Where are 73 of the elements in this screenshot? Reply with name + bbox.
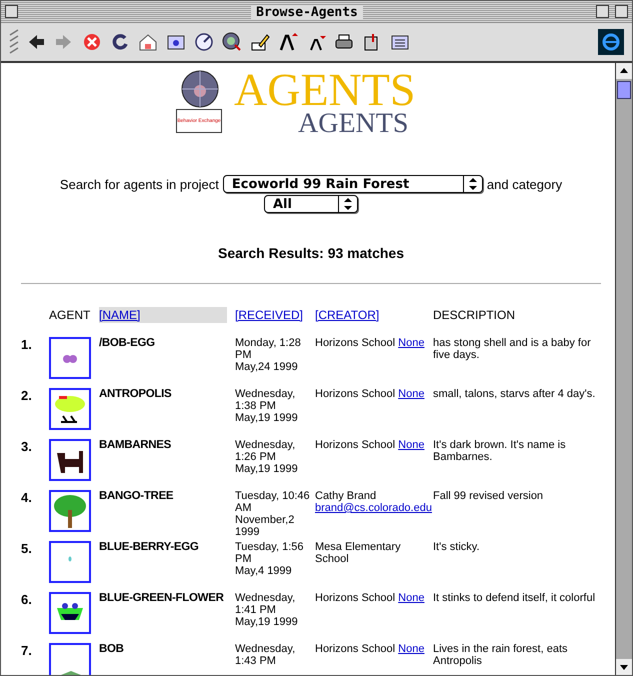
globe-icon xyxy=(180,69,220,109)
creator-name: Horizons School xyxy=(315,388,396,400)
scroll-down-icon[interactable] xyxy=(616,659,632,675)
collapse-box-icon[interactable] xyxy=(615,5,628,18)
agent-name: BOB xyxy=(99,643,124,655)
search-label: Search for agents in project xyxy=(60,176,219,192)
agent-name: BANGO-TREE xyxy=(99,490,174,502)
row-number: 6. xyxy=(21,592,33,609)
agent-description: Lives in the rain forest, eats Antropolis xyxy=(433,643,568,667)
scroll-thumb[interactable] xyxy=(617,81,631,99)
scroll-up-icon[interactable] xyxy=(616,63,632,79)
received-date: Wednesday, 1:41 PM May,19 1999 xyxy=(235,592,298,628)
creator-name: Horizons School xyxy=(315,643,396,655)
contact-link[interactable]: None xyxy=(398,337,424,349)
search-icon[interactable] xyxy=(221,31,243,53)
close-box-icon[interactable] xyxy=(5,5,18,18)
column-header: DESCRIPTION xyxy=(433,307,516,323)
sort-link[interactable]: [RECEIVED] xyxy=(235,307,315,323)
window-title: Browse-Agents xyxy=(251,4,363,20)
contact-link[interactable]: None xyxy=(398,388,424,400)
creator-name: Horizons School xyxy=(315,439,396,451)
received-date: Tuesday, 1:56 PM May,4 1999 xyxy=(235,541,304,577)
contact-link[interactable]: None xyxy=(398,643,424,655)
agent-description: small, talons, starvs after 4 day's. xyxy=(433,388,596,400)
creator-name: Mesa Elementary School xyxy=(315,541,401,565)
agent-description: has stong shell and is a baby for five days. xyxy=(433,337,591,361)
received-date: Wednesday, 1:43 PM xyxy=(235,643,296,667)
creator-name: Horizons School xyxy=(315,337,396,349)
row-number: 4. xyxy=(21,490,33,507)
agent-description: It's sticky. xyxy=(433,541,481,553)
egg-picture[interactable] xyxy=(49,337,91,379)
row-number: 3. xyxy=(21,439,33,456)
dot-picture[interactable] xyxy=(49,541,91,583)
agent-description: It's dark brown. It's name is Bambarnes. xyxy=(433,439,566,463)
e-logo-icon[interactable] xyxy=(598,29,624,55)
clock-icon[interactable] xyxy=(193,31,215,53)
row-number: 2. xyxy=(21,388,33,405)
creator-name: Horizons School xyxy=(315,592,396,604)
received-date: Monday, 1:28 PM May,24 1999 xyxy=(235,337,301,373)
row-number: 7. xyxy=(21,643,33,660)
category-label: and category xyxy=(486,176,562,192)
agent-name: BAMBARNES xyxy=(99,439,172,451)
row-number: 5. xyxy=(21,541,33,558)
category-select[interactable]: All xyxy=(264,195,358,213)
project-select[interactable]: Ecoworld 99 Rain Forest xyxy=(222,175,483,193)
row-number: 1. xyxy=(21,337,33,354)
agent-name: ANTROPOLIS xyxy=(99,388,172,400)
contact-link[interactable]: None xyxy=(398,439,424,451)
sort-link[interactable]: [CREATOR] xyxy=(315,307,433,323)
contact-link[interactable]: None xyxy=(398,592,424,604)
agent-name: BLUE-BERRY-EGG xyxy=(99,541,199,553)
logo-shadow-title: AGENTS xyxy=(298,112,408,136)
zoom-box-icon[interactable] xyxy=(596,5,609,18)
stop-icon[interactable] xyxy=(81,31,103,53)
agent-name: BLUE-GREEN-FLOWER xyxy=(99,592,224,604)
results-heading: Search Results: 93 matches xyxy=(217,245,405,261)
scrollbar[interactable] xyxy=(615,63,632,675)
agent-description: Fall 99 revised version xyxy=(433,490,544,502)
agent-name: /BOB-EGG xyxy=(99,337,155,349)
flower-picture[interactable] xyxy=(49,592,91,634)
logo-title: AGENTS xyxy=(234,69,416,111)
column-header: AGENT xyxy=(49,307,92,323)
received-date: Tuesday, 10:46 AM November,2 1999 xyxy=(235,490,310,538)
tree-picture[interactable] xyxy=(49,490,91,532)
received-date: Wednesday, 1:38 PM May,19 1999 xyxy=(235,388,298,424)
larger-text-icon[interactable] xyxy=(277,31,299,53)
sort-link[interactable]: [NAME] xyxy=(99,307,227,323)
received-date: Wednesday, 1:26 PM May,19 1999 xyxy=(235,439,298,475)
grip-icon xyxy=(9,29,19,55)
agent-description: It stinks to defend itself, it colorful xyxy=(433,592,596,604)
bird-picture[interactable] xyxy=(49,388,91,430)
contact-link[interactable]: brand@cs.colorado.edu xyxy=(315,502,432,514)
creator-name: Cathy Brand xyxy=(315,490,376,502)
